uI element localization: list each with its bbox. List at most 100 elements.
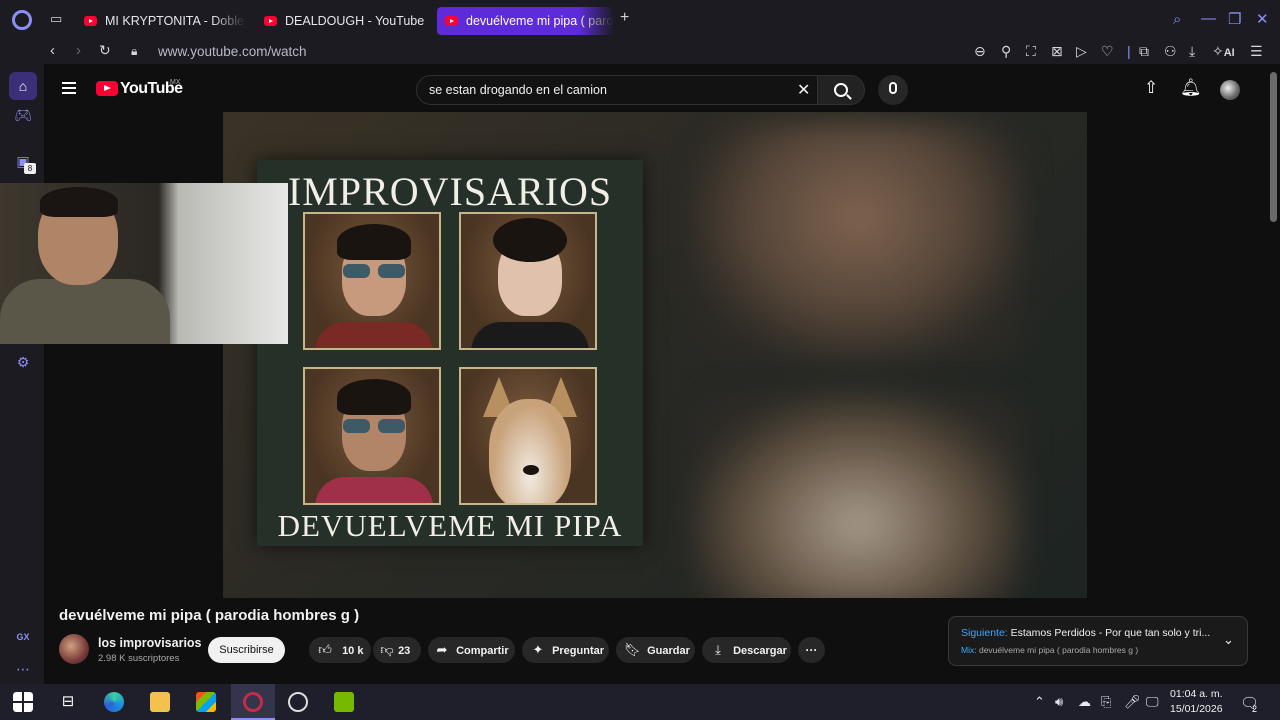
download-button[interactable]: ⤓ Descargar (702, 637, 791, 663)
windows-start-icon[interactable] (13, 692, 33, 712)
divider: | (1127, 43, 1131, 59)
portrait-2 (459, 212, 597, 350)
new-tab-button[interactable]: + (620, 10, 636, 26)
obs-icon[interactable] (288, 692, 308, 712)
forward-button[interactable]: › (76, 42, 81, 59)
maximize-button[interactable]: ❐ (1228, 10, 1241, 28)
store-icon[interactable] (196, 692, 216, 712)
settings-gear-icon[interactable]: ⚙ (12, 351, 34, 373)
save-button[interactable]: 🔖︎ Guardar (616, 637, 695, 663)
search-button[interactable] (817, 75, 865, 105)
tab-title: DEALDOUGH - YouTube (285, 14, 425, 28)
extensions-icon[interactable]: ⧉ (1139, 43, 1149, 60)
channel-avatar[interactable] (59, 634, 89, 664)
onedrive-icon[interactable]: ☁ (1078, 694, 1091, 710)
like-count: 10 k (342, 645, 364, 657)
ask-label: Preguntar (552, 645, 605, 657)
video-title: devuélveme mi pipa ( parodia hombres g ) (59, 607, 360, 624)
like-button[interactable]: 👍︎ 10 k (309, 637, 371, 663)
save-label: Guardar (647, 645, 690, 657)
lock-icon[interactable]: 🔒︎ (131, 44, 137, 59)
webcam-body (0, 279, 170, 344)
browser-tab-bar: ▭ MI KRYPTONITA - Doble O DEALDOUGH - Yo… (0, 0, 1280, 40)
voice-search-button[interactable] (878, 75, 908, 105)
microphone-tray-icon[interactable]: 🎤︎ (1124, 694, 1141, 710)
edge-icon[interactable] (104, 692, 124, 712)
menu-icon[interactable]: ☰ (1250, 43, 1263, 60)
share-icon: ➦ (436, 642, 448, 657)
youtube-logo-icon[interactable] (96, 81, 118, 96)
home-icon[interactable]: ⌂ (9, 72, 37, 100)
mix-title: devuélveme mi pipa ( parodia hombres g ) (978, 645, 1139, 655)
tab-mi-kryptonita[interactable]: MI KRYPTONITA - Doble O (76, 7, 246, 35)
upload-icon[interactable]: ⇧ (1144, 78, 1158, 98)
subscribe-button[interactable]: Suscribirse (208, 637, 285, 663)
ask-button[interactable]: ✦ Preguntar (522, 637, 609, 663)
hamburger-menu-icon[interactable] (62, 82, 76, 94)
tab-islands-icon[interactable]: ▭ (50, 12, 66, 26)
account-avatar[interactable] (1220, 80, 1240, 100)
adblock-icon[interactable]: ⊠ (1051, 43, 1063, 60)
network-icon[interactable]: 🖵︎ (1146, 694, 1159, 710)
bookmark-icon: 🔖︎ (624, 642, 641, 657)
opera-logo-icon[interactable] (12, 10, 32, 30)
up-next-video-title: Estamos Perdidos - Por que tan solo y tr… (1010, 627, 1211, 639)
download-label: Descargar (733, 645, 787, 657)
taskbar-active-app[interactable] (231, 684, 275, 720)
search-box[interactable]: se estan drogando en el camion ✕ (416, 75, 818, 105)
gx-label[interactable]: GX (12, 626, 34, 648)
favorites-heart-icon[interactable]: ♡ (1101, 43, 1114, 60)
file-explorer-icon[interactable] (150, 692, 170, 712)
scrollbar-thumb[interactable] (1270, 72, 1277, 222)
tab-title: MI KRYPTONITA - Doble O (105, 14, 246, 28)
clear-search-icon[interactable]: ✕ (797, 80, 810, 100)
poster-subtitle: DEVUELVEME MI PIPA (277, 508, 623, 543)
minimize-button[interactable]: — (1201, 10, 1216, 27)
taskbar-clock[interactable]: 01:04 a. m. 15/01/2026 (1170, 687, 1223, 717)
snapshot-icon[interactable]: ⛶ (1026, 43, 1036, 60)
youtube-favicon-icon (84, 16, 97, 26)
task-view-icon[interactable]: ⊟ (58, 692, 78, 712)
tab-search-icon[interactable]: ⌕ (1173, 11, 1181, 28)
dislike-count: 23 (398, 645, 411, 657)
volume-icon[interactable]: 🔊︎ (1055, 694, 1063, 710)
browser-sidebar: ⌂ 🎮︎ ▣ 8 ⚙ GX ⋯ (0, 64, 44, 684)
chevron-down-icon[interactable]: ⌄ (1223, 632, 1234, 648)
channel-name[interactable]: los improvisarios (98, 636, 202, 650)
share-button[interactable]: ➦ Compartir (428, 637, 515, 663)
ai-button[interactable]: ✧AI (1212, 43, 1235, 60)
mix-prefix: Mix: (961, 645, 977, 655)
more-icon[interactable]: ⋯ (12, 658, 34, 680)
usb-icon[interactable]: ⎘ (1101, 694, 1111, 710)
subscriber-count: 2.98 K suscriptores (98, 653, 180, 664)
microphone-icon (889, 82, 897, 94)
notifications-bell-icon[interactable]: 🔔︎ (1180, 78, 1202, 98)
close-window-button[interactable]: ✕ (1256, 10, 1269, 28)
back-button[interactable]: ‹ (50, 42, 55, 59)
downloads-icon[interactable]: ⤓ (1189, 43, 1195, 60)
dog-nose (523, 465, 539, 475)
portrait-3 (303, 367, 441, 505)
nvidia-icon[interactable] (334, 692, 354, 712)
pin-icon[interactable]: ⚲ (1001, 43, 1011, 60)
portrait-hair (337, 379, 411, 415)
tab-dealdough[interactable]: DEALDOUGH - YouTube (256, 7, 426, 35)
url-field[interactable]: www.youtube.com/watch (158, 44, 307, 59)
tab-devuelveme-mi-pipa[interactable]: devuélveme mi pipa ( paro (437, 7, 614, 35)
zoom-icon[interactable]: ⊖ (974, 43, 986, 60)
search-icon (834, 83, 848, 97)
player-icon[interactable]: ▷ (1076, 43, 1087, 60)
search-input[interactable]: se estan drogando en el camion (429, 83, 607, 97)
tray-chevron-up-icon[interactable]: ⌃ (1034, 694, 1045, 710)
more-actions-button[interactable]: ··· (798, 637, 825, 663)
reload-button[interactable]: ↻ (99, 42, 111, 59)
gamepad-icon[interactable]: 🎮︎ (12, 104, 34, 126)
youtube-favicon-icon (445, 16, 458, 26)
dislike-button[interactable]: 👎︎ 23 (373, 637, 421, 663)
profile-icon[interactable]: ⚇ (1164, 43, 1177, 60)
video-player[interactable]: IMPROVISARIOS DEVUELVEME MI PIPA (223, 112, 1087, 598)
clock-date: 15/01/2026 (1170, 703, 1223, 715)
portrait-hair (337, 224, 411, 260)
up-next-prefix: Siguiente: (961, 627, 1008, 639)
up-next-bar[interactable]: Siguiente: Estamos Perdidos - Por que ta… (948, 616, 1248, 666)
